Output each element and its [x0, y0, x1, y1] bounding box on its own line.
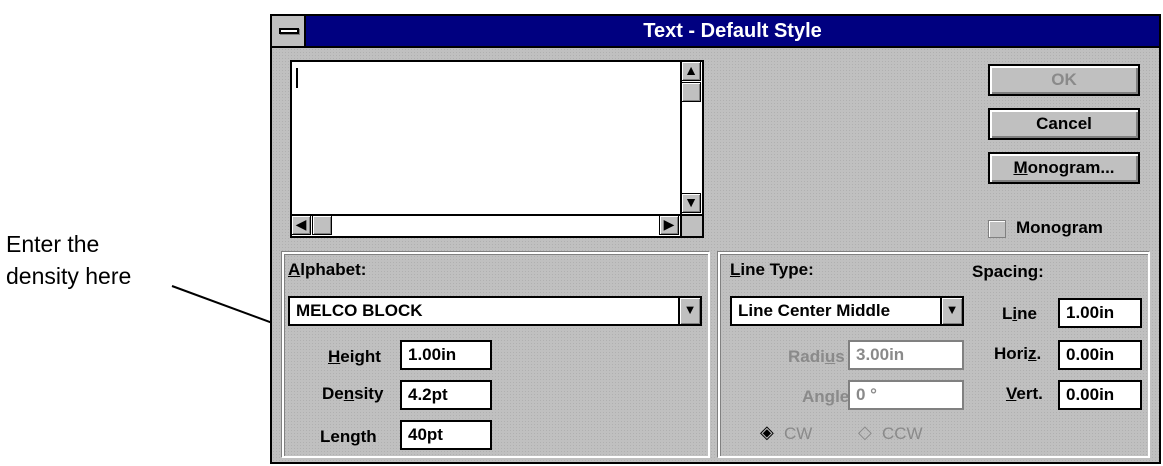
radius-label: Radius [788, 347, 845, 366]
dropdown-arrow-icon[interactable]: ▼ [678, 298, 700, 324]
horizontal-scrollbar[interactable]: ◀ ▶ [291, 214, 680, 236]
system-menu-icon [279, 28, 299, 34]
monogram-button[interactable]: Monogram... [988, 152, 1140, 184]
ccw-radio-icon[interactable]: ◇ [858, 422, 872, 443]
height-label: Height [328, 347, 381, 366]
callout-annotation: Enter the density here [6, 228, 131, 292]
monogram-button-label: onogram... [1027, 158, 1115, 177]
alphabet-label: Alphabet: [288, 260, 367, 279]
ccw-radio-label: CCW [882, 424, 923, 443]
cw-radio-label: CW [784, 424, 813, 443]
spacing-line-label: Line [1002, 304, 1037, 323]
dropdown-arrow-icon[interactable]: ▼ [940, 298, 962, 324]
spacing-label: Spacing: [972, 262, 1044, 281]
window-title: Text - Default Style [643, 20, 822, 42]
scroll-down-arrow-icon[interactable]: ▼ [681, 193, 701, 213]
callout-line-1: Enter the [6, 231, 100, 257]
vert-label: Vert. [1006, 384, 1043, 403]
callout-line-2: density here [6, 263, 132, 289]
text-style-dialog: Text - Default Style ▲ ▼ ◀ ▶ OK Cancel M… [270, 14, 1161, 464]
density-input[interactable]: 4.2pt [400, 380, 492, 410]
dialog-body: ▲ ▼ ◀ ▶ OK Cancel Monogram... Monogram A… [272, 48, 1159, 462]
text-entry-area[interactable]: ▲ ▼ ◀ ▶ [290, 60, 704, 238]
radius-input[interactable]: 3.00in [848, 340, 964, 370]
scroll-right-arrow-icon[interactable]: ▶ [659, 215, 679, 235]
monogram-checkbox[interactable] [988, 220, 1006, 238]
cw-radio-icon[interactable]: ◈ [760, 422, 774, 443]
cancel-button[interactable]: Cancel [988, 108, 1140, 140]
title-bar: Text - Default Style [272, 16, 1159, 48]
system-menu-button[interactable] [272, 16, 306, 46]
vertical-scrollbar[interactable]: ▲ ▼ [680, 61, 702, 214]
length-label: Length [320, 427, 377, 446]
angle-input[interactable]: 0 ° [848, 380, 964, 410]
monogram-checkbox-label: Monogram [1016, 218, 1103, 237]
horiz-label: Horiz. [994, 344, 1042, 363]
alphabet-select[interactable]: MELCO BLOCK ▼ [288, 296, 702, 326]
scroll-up-arrow-icon[interactable]: ▲ [681, 61, 701, 81]
monogram-mnemonic: M [1013, 158, 1028, 177]
height-input[interactable]: 1.00in [400, 340, 492, 370]
spacing-line-input[interactable]: 1.00in [1058, 298, 1142, 328]
vertical-scroll-thumb[interactable] [681, 82, 701, 102]
scroll-corner [680, 214, 702, 236]
vert-input[interactable]: 0.00in [1058, 380, 1142, 410]
length-input[interactable]: 40pt [400, 420, 492, 450]
text-caret [296, 68, 298, 88]
horizontal-scroll-thumb[interactable] [312, 215, 332, 235]
line-type-select-value: Line Center Middle [738, 301, 891, 320]
angle-label: Angle [802, 387, 850, 406]
line-type-label: Line Type: [730, 260, 814, 279]
ok-button[interactable]: OK [988, 64, 1140, 96]
alphabet-select-value: MELCO BLOCK [296, 301, 423, 320]
density-label: Density [322, 384, 384, 403]
line-type-select[interactable]: Line Center Middle ▼ [730, 296, 964, 326]
horiz-input[interactable]: 0.00in [1058, 340, 1142, 370]
scroll-left-arrow-icon[interactable]: ◀ [291, 215, 311, 235]
